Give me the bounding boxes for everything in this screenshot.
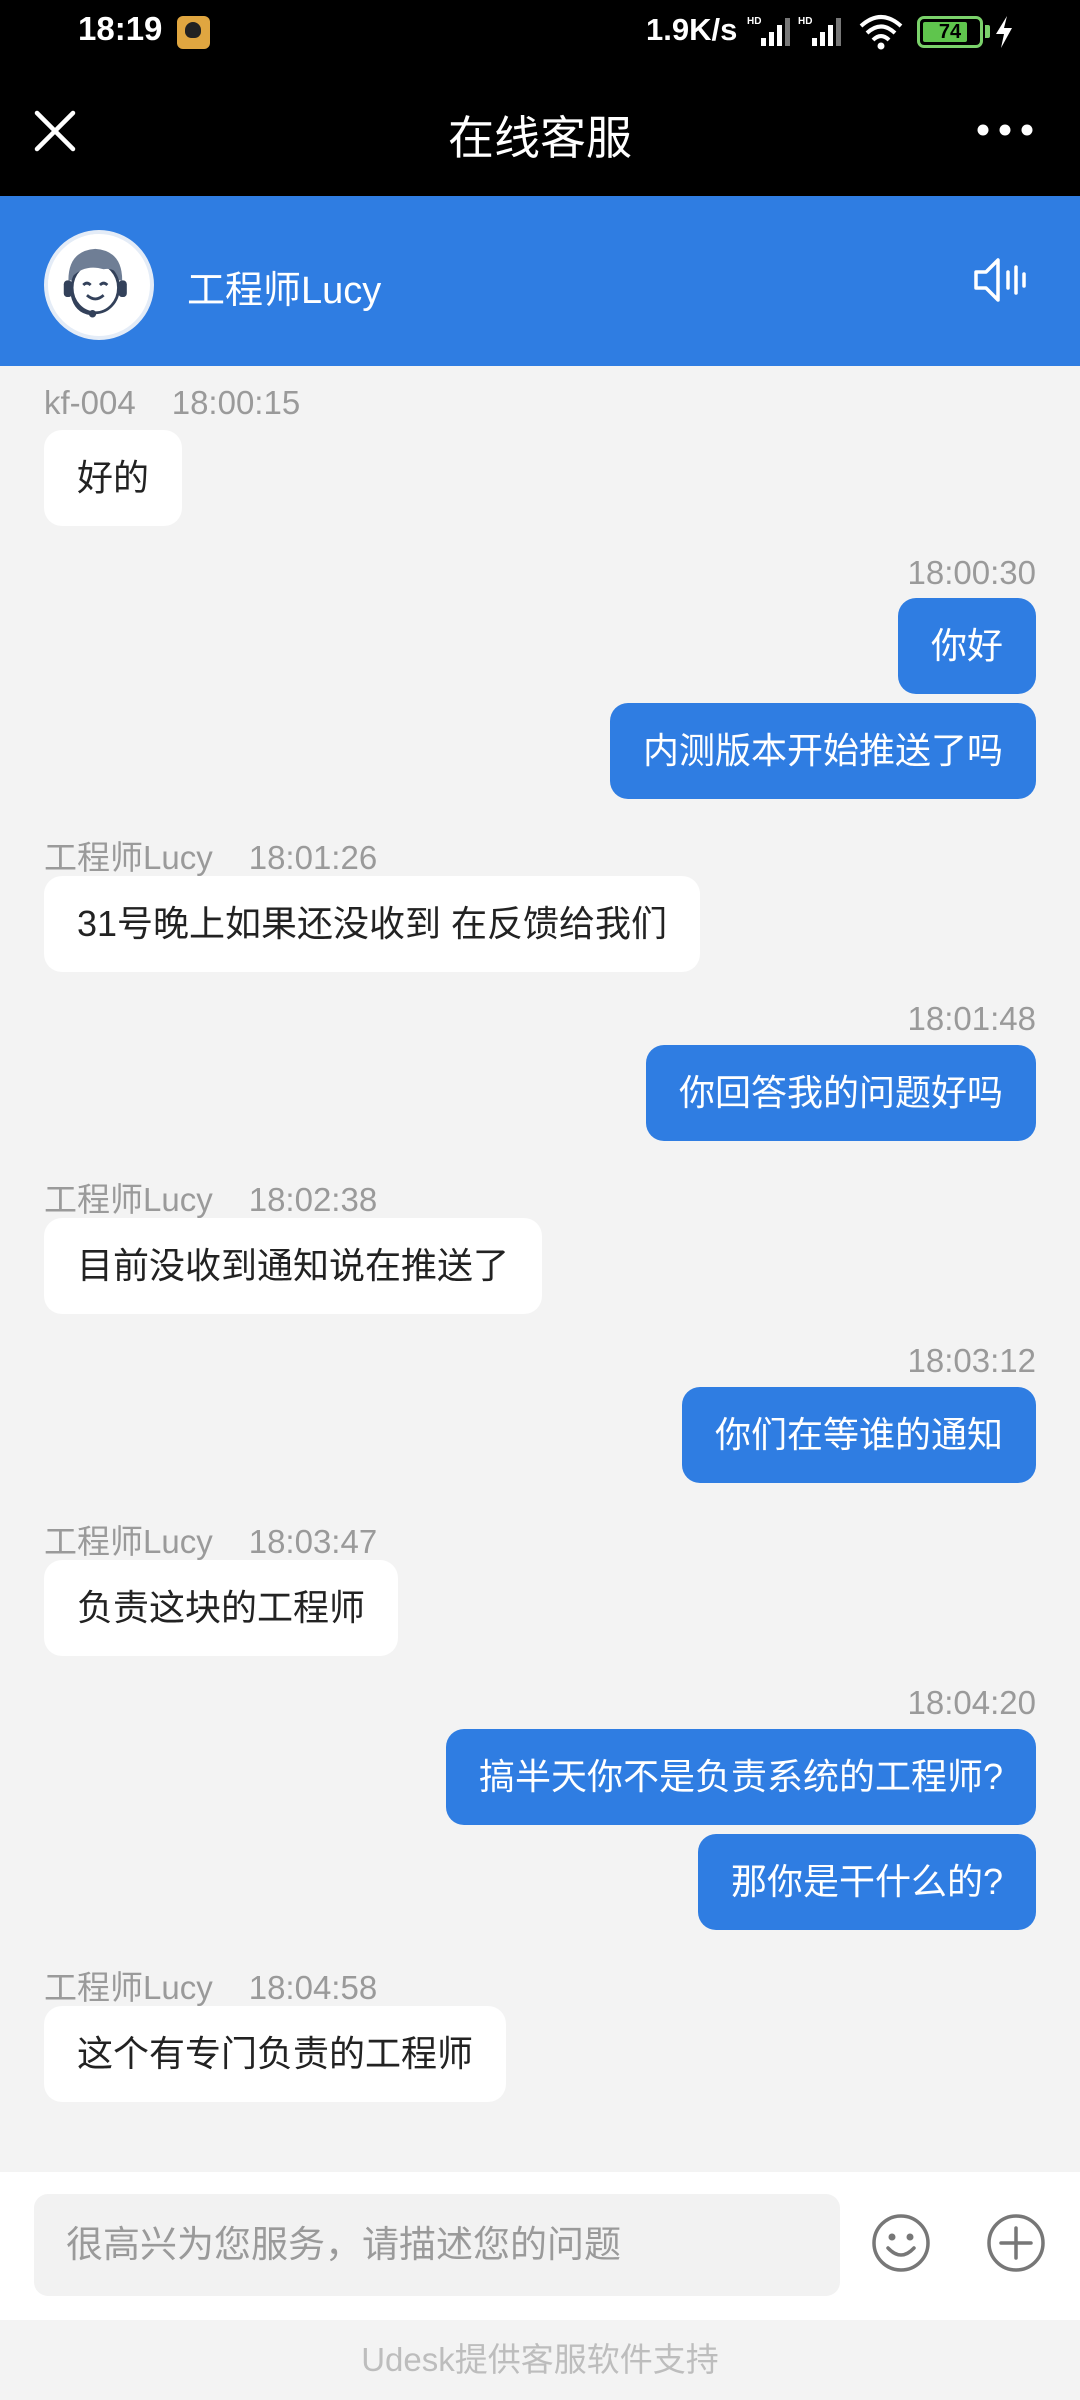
status-time: 18:19 bbox=[78, 10, 163, 47]
camera-app-icon bbox=[177, 16, 210, 49]
message-bubble-incoming[interactable]: 目前没收到通知说在推送了 bbox=[44, 1218, 543, 1314]
status-bar: 18:19 1.9K/s HD HD 74 bbox=[0, 0, 1080, 66]
message-sender: 工程师Lucy bbox=[44, 1523, 213, 1560]
screen: 18:19 1.9K/s HD HD 74 在线客服 工程师Lucy kf-00… bbox=[0, 0, 1080, 2400]
message-time: 18:00:15 bbox=[171, 384, 301, 421]
message-sender: 工程师Lucy bbox=[44, 839, 213, 876]
message-bubble-outgoing[interactable]: 那你是干什么的? bbox=[697, 1834, 1036, 1930]
message-bubble-incoming[interactable]: 好的 bbox=[44, 430, 183, 526]
message-meta: 工程师Lucy 18:03:47 bbox=[44, 1515, 377, 1563]
wifi-icon bbox=[859, 15, 903, 50]
message-time: 18:04:58 bbox=[248, 1969, 378, 2006]
emoji-icon[interactable] bbox=[870, 2212, 932, 2274]
more-dots-icon[interactable] bbox=[975, 118, 1035, 142]
chat-list[interactable]: kf-004 18:00:15 好的 18:00:30 你好 内测版本开始推送了吗… bbox=[0, 366, 1080, 2172]
message-bubble-outgoing[interactable]: 搞半天你不是负责系统的工程师? bbox=[445, 1729, 1036, 1825]
message-bubble-incoming[interactable]: 负责这块的工程师 bbox=[44, 1560, 399, 1656]
svg-text:HD: HD bbox=[798, 16, 812, 27]
message-meta: 工程师Lucy 18:02:38 bbox=[44, 1173, 377, 1221]
battery-tip bbox=[985, 25, 990, 38]
message-bubble-outgoing[interactable]: 你们在等谁的通知 bbox=[681, 1387, 1036, 1483]
speaker-icon[interactable] bbox=[972, 254, 1028, 306]
agent-headset-avatar bbox=[48, 234, 143, 329]
message-time: 18:03:12 bbox=[907, 1342, 1036, 1379]
message-sender: 工程师Lucy bbox=[44, 1969, 213, 2006]
message-time: 18:03:47 bbox=[248, 1523, 378, 1560]
agent-avatar bbox=[44, 230, 154, 340]
message-sender: 工程师Lucy bbox=[44, 1181, 213, 1218]
message-bubble-outgoing[interactable]: 内测版本开始推送了吗 bbox=[609, 703, 1036, 799]
page-title: 在线客服 bbox=[448, 112, 632, 164]
hd-signal-icon: HD bbox=[747, 16, 790, 46]
agent-header: 工程师Lucy bbox=[0, 196, 1080, 366]
plus-icon[interactable] bbox=[985, 2212, 1047, 2274]
svg-text:HD: HD bbox=[747, 16, 761, 27]
message-bubble-incoming[interactable]: 31号晚上如果还没收到 在反馈给我们 bbox=[44, 876, 701, 972]
message-time: 18:01:48 bbox=[907, 1000, 1036, 1037]
message-meta: 工程师Lucy 18:01:26 bbox=[44, 831, 377, 879]
message-bubble-outgoing[interactable]: 你回答我的问题好吗 bbox=[645, 1045, 1036, 1141]
battery-icon: 74 bbox=[917, 16, 983, 48]
message-sender: kf-004 bbox=[44, 384, 136, 421]
message-bubble-incoming[interactable]: 这个有专门负责的工程师 bbox=[44, 2006, 507, 2102]
battery-level: 74 bbox=[938, 21, 962, 43]
message-time: 18:02:38 bbox=[248, 1181, 378, 1218]
message-meta: 工程师Lucy 18:04:58 bbox=[44, 1961, 377, 2009]
hd-signal-icon: HD bbox=[798, 16, 841, 46]
message-meta: kf-004 18:00:15 bbox=[44, 384, 300, 422]
input-bar bbox=[0, 2172, 1080, 2320]
network-speed: 1.9K/s bbox=[646, 12, 738, 47]
footer-credit: Udesk提供客服软件支持 bbox=[0, 2320, 1080, 2400]
message-time: 18:00:30 bbox=[907, 554, 1036, 591]
message-time: 18:04:20 bbox=[907, 1684, 1036, 1721]
message-bubble-outgoing[interactable]: 你好 bbox=[897, 598, 1036, 694]
charging-bolt-icon bbox=[996, 16, 1012, 48]
message-input[interactable] bbox=[34, 2194, 840, 2296]
agent-name: 工程师Lucy bbox=[187, 270, 382, 312]
message-time: 18:01:26 bbox=[248, 839, 378, 876]
title-bar: 在线客服 bbox=[0, 66, 1080, 196]
